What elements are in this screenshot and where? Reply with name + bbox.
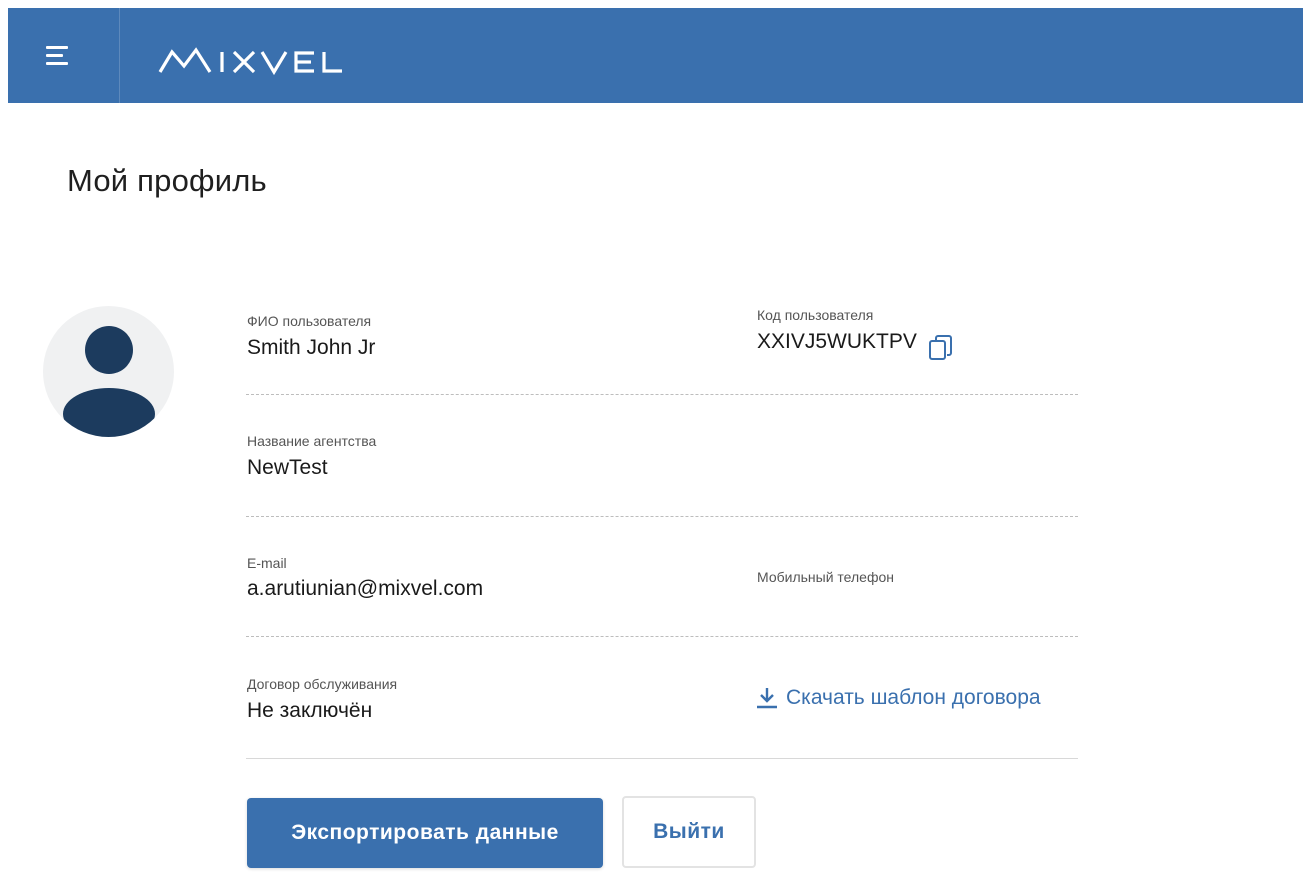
agency-label: Название агентства — [247, 433, 377, 449]
full-name-value: Smith John Jr — [247, 336, 376, 359]
menu-line — [46, 54, 63, 57]
logout-button[interactable]: Выйти — [622, 796, 756, 868]
row-divider — [246, 516, 1078, 517]
download-contract-template-label: Скачать шаблон договора — [786, 686, 1041, 709]
profile-page: Мой профиль ФИО пользователя Smith John … — [0, 0, 1303, 885]
email-label: E-mail — [247, 555, 287, 571]
copy-icon[interactable] — [929, 335, 957, 361]
full-name-label: ФИО пользователя — [247, 313, 372, 329]
top-gap — [0, 0, 1303, 8]
section-divider — [246, 758, 1078, 759]
agency-value: NewTest — [247, 456, 328, 479]
mobile-phone-label: Мобильный телефон — [757, 569, 894, 585]
hamburger-menu-icon[interactable] — [46, 44, 70, 68]
user-code-label: Код пользователя — [757, 307, 874, 323]
download-icon — [757, 688, 777, 709]
menu-line — [46, 46, 68, 49]
download-contract-template-link[interactable]: Скачать шаблон договора — [756, 686, 1041, 710]
contract-label: Договор обслуживания — [247, 676, 398, 692]
app-header — [8, 8, 1303, 103]
user-avatar-icon — [43, 306, 174, 437]
row-divider — [246, 636, 1078, 637]
menu-line — [46, 62, 68, 65]
row-divider — [246, 394, 1078, 395]
mixvel-logo[interactable] — [158, 46, 368, 76]
email-value: a.arutiunian@mixvel.com — [247, 577, 484, 600]
user-code-value: XXIVJ5WUKTPV — [757, 330, 917, 353]
export-data-button[interactable]: Экспортировать данные — [247, 798, 603, 868]
header-divider — [119, 8, 120, 103]
contract-value: Не заключён — [247, 699, 373, 722]
page-title: Мой профиль — [67, 163, 267, 198]
